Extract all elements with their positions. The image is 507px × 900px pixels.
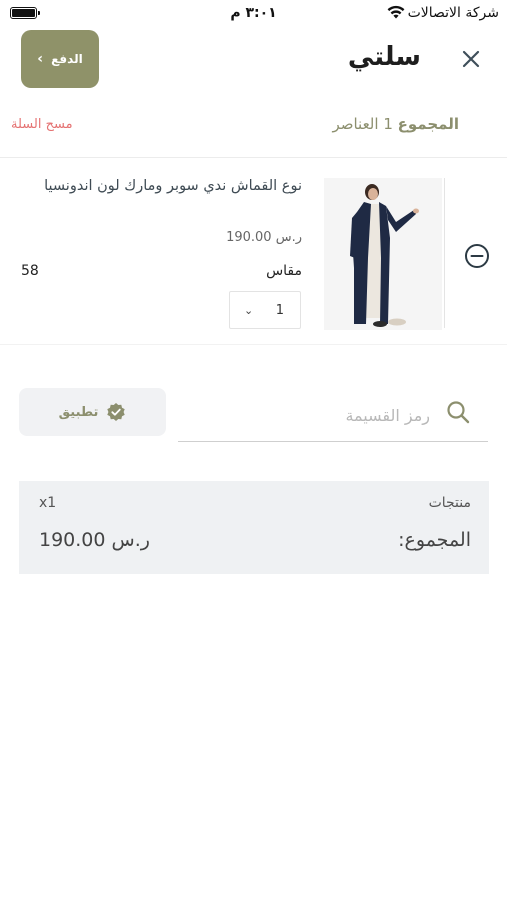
verified-badge-icon (107, 403, 126, 421)
close-icon[interactable] (459, 47, 483, 71)
chevron-left-icon: ‹ (37, 51, 44, 67)
remove-circle-icon[interactable] (464, 243, 490, 269)
products-qty: x1 (39, 495, 57, 511)
coupon-field (178, 390, 488, 442)
quantity-value: 1 (275, 302, 284, 318)
carrier-name: شركة الاتصالات (407, 5, 499, 21)
products-label: منتجات (428, 495, 471, 511)
search-icon (447, 401, 470, 424)
order-totals: منتجات x1 المجموع: ر.س 190.00 (19, 481, 489, 574)
item-divider (444, 178, 445, 328)
checkout-label: الدفع (51, 52, 83, 66)
product-name[interactable]: نوع القماش ندي سوبر ومارك لون اندونسيا (32, 176, 302, 197)
divider (0, 344, 507, 345)
summary-total-label: المجموع (397, 115, 459, 133)
status-bar: ٣:٠١ م شركة الاتصالات (0, 0, 507, 28)
size-label: مقاس (266, 263, 302, 279)
page-title: سلتي (347, 42, 421, 72)
clear-cart-link[interactable]: مسح السلة (11, 117, 73, 132)
product-image[interactable] (324, 178, 442, 330)
summary-items-count: 1 العناصر (332, 115, 393, 133)
cart-summary: المجموع 1 العناصر (332, 115, 459, 133)
coupon-input[interactable] (190, 400, 430, 430)
chevron-down-icon: ⌄ (244, 303, 254, 317)
wifi-icon (387, 5, 405, 19)
apply-coupon-button[interactable]: تطبيق (19, 388, 166, 436)
quantity-select[interactable]: ⌄ 1 (229, 291, 301, 329)
total-value: ر.س 190.00 (39, 529, 150, 551)
checkout-button[interactable]: ‹ الدفع (21, 30, 99, 88)
size-value: 58 (21, 263, 39, 279)
cart-item: نوع القماش ندي سوبر ومارك لون اندونسيا ر… (0, 158, 507, 344)
total-label: المجموع: (398, 529, 471, 551)
product-price: ر.س 190.00 (226, 230, 302, 245)
apply-coupon-label: تطبيق (58, 404, 99, 420)
